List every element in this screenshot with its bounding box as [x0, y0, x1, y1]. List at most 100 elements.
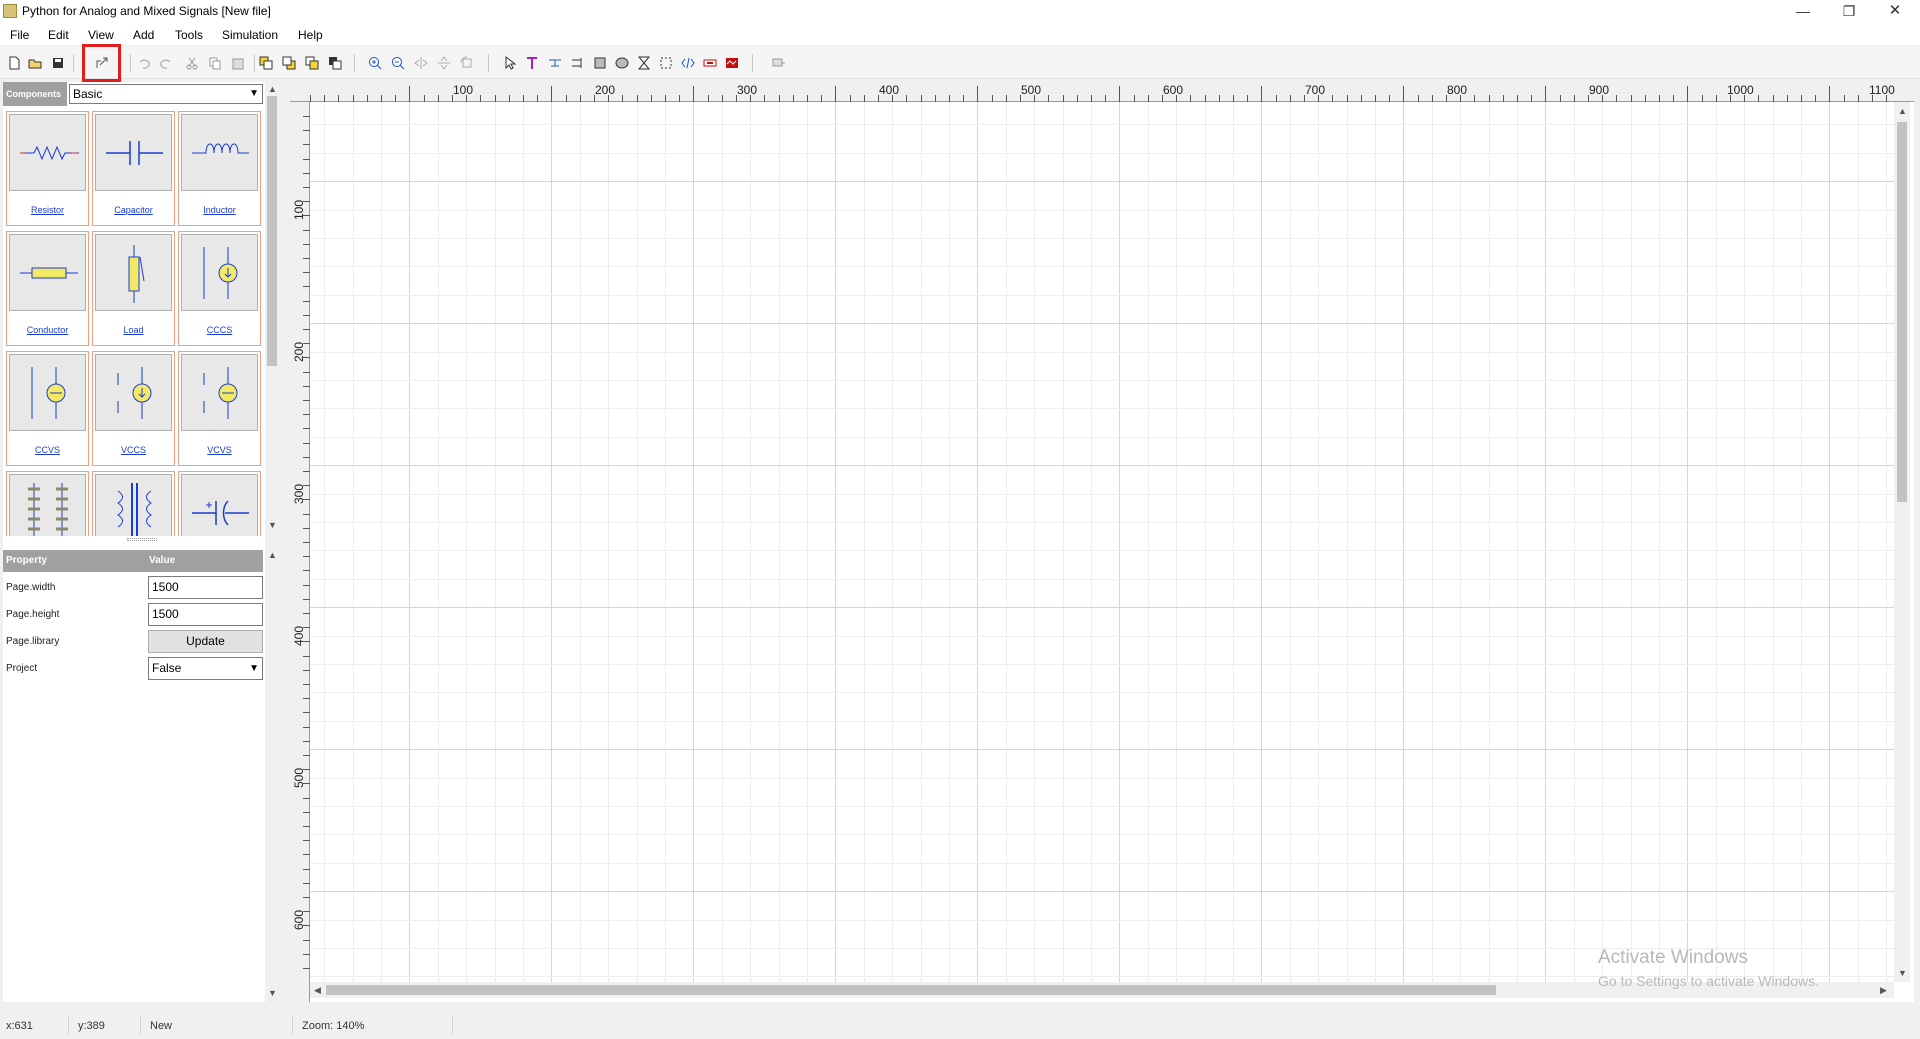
restore-button[interactable]: ❐ [1826, 0, 1872, 24]
ruler-ticks [310, 86, 1887, 102]
probe-icon[interactable] [702, 55, 718, 71]
text-icon[interactable] [524, 55, 540, 71]
component-vcvs[interactable]: VCVS [178, 351, 261, 466]
splitter-handle[interactable] [127, 538, 157, 541]
ruler-label: 300 [737, 83, 758, 97]
app-window: Python for Analog and Mixed Signals [New… [0, 0, 1920, 1039]
update-button[interactable]: Update [148, 630, 263, 653]
component-capacitor[interactable]: Capacitor [92, 111, 175, 226]
component-label: VCCS [120, 445, 146, 455]
component-inductor[interactable]: Inductor [178, 111, 261, 226]
close-button[interactable]: ✕ [1872, 0, 1918, 24]
component-cccs[interactable]: CCCS [178, 231, 261, 346]
scrollbar-thumb[interactable] [1897, 122, 1907, 502]
select-pointer-icon[interactable] [502, 55, 518, 71]
pin-icon[interactable] [770, 55, 786, 71]
canvas-vertical-scrollbar[interactable]: ▲ ▼ [1894, 102, 1910, 982]
vccs-icon [95, 354, 172, 431]
minimize-button[interactable]: — [1780, 0, 1826, 24]
net-label-icon[interactable] [547, 55, 563, 71]
zoom-out-icon[interactable] [390, 55, 406, 71]
property-row: Page.height 1500 [3, 601, 263, 628]
status-file-state: New [150, 1020, 173, 1032]
value-column-header: Value [149, 555, 176, 566]
schematic-canvas[interactable]: 100 200 300 400 500 600 700 800 900 1000… [290, 82, 1914, 1002]
component-ccvs[interactable]: CCVS [6, 351, 89, 466]
send-backward-icon[interactable] [327, 55, 343, 71]
component-label: Load [123, 325, 144, 335]
menu-tools[interactable]: Tools [175, 28, 203, 42]
scrollbar-thumb[interactable] [267, 96, 277, 366]
page-width-input[interactable]: 1500 [148, 576, 263, 599]
components-header: Components [3, 82, 67, 106]
flip-horizontal-icon[interactable] [413, 55, 429, 71]
library-select[interactable]: Basic ▼ [69, 84, 263, 104]
rectangle-icon[interactable] [592, 55, 608, 71]
component-palette: Resistor Capacitor Inductor Conductor Lo… [3, 108, 265, 536]
undo-icon[interactable] [136, 55, 152, 71]
toolbar [0, 46, 1920, 79]
menu-help[interactable]: Help [298, 28, 323, 42]
send-back-icon[interactable] [281, 55, 297, 71]
menu-file[interactable]: File [10, 28, 29, 42]
menu-bar: File Edit View Add Tools Simulation Help [0, 24, 1920, 45]
hourglass-icon[interactable] [636, 55, 652, 71]
wire-icon[interactable] [570, 55, 586, 71]
code-icon[interactable] [680, 55, 696, 71]
rotate-icon[interactable] [459, 55, 475, 71]
component-label: Conductor [26, 325, 69, 335]
scroll-up-icon[interactable]: ▲ [1898, 106, 1907, 116]
scroll-down-icon[interactable]: ▼ [268, 988, 277, 998]
paste-icon[interactable] [230, 55, 246, 71]
menu-simulation[interactable]: Simulation [222, 28, 278, 42]
scroll-down-icon[interactable]: ▼ [268, 520, 277, 530]
component-transformer-core[interactable] [92, 471, 175, 536]
component-label: Inductor [203, 205, 236, 215]
component-transformer[interactable] [6, 471, 89, 536]
scroll-right-icon[interactable]: ▶ [1880, 985, 1887, 996]
zoom-in-icon[interactable] [367, 55, 383, 71]
menu-edit[interactable]: Edit [48, 28, 69, 42]
bring-forward-icon[interactable] [304, 55, 320, 71]
flip-vertical-icon[interactable] [436, 55, 452, 71]
vertical-ruler: 100 200 300 400 500 600 [290, 102, 310, 1002]
scroll-down-icon[interactable]: ▼ [1898, 968, 1907, 978]
copy-icon[interactable] [207, 55, 223, 71]
cccs-icon [181, 234, 258, 311]
bring-front-icon[interactable] [258, 55, 274, 71]
ruler-label: 600 [1163, 83, 1184, 97]
component-conductor[interactable]: Conductor [6, 231, 89, 346]
scroll-up-icon[interactable]: ▲ [268, 84, 277, 94]
page-height-input[interactable]: 1500 [148, 603, 263, 626]
ellipse-icon[interactable] [614, 55, 630, 71]
toolbar-separator [354, 54, 355, 72]
toolbar-separator [254, 54, 255, 72]
ruler-label: 100 [453, 83, 474, 97]
menu-add[interactable]: Add [133, 28, 154, 42]
project-select-value: False [152, 661, 182, 675]
menu-view[interactable]: View [88, 28, 114, 42]
redo-icon[interactable] [158, 55, 174, 71]
project-select[interactable]: False ▼ [148, 657, 263, 680]
component-vccs[interactable]: VCCS [92, 351, 175, 466]
component-polarized-capacitor[interactable] [178, 471, 261, 536]
dashed-box-icon[interactable] [658, 55, 674, 71]
title-bar: Python for Analog and Mixed Signals [New… [0, 0, 1920, 24]
component-load[interactable]: Load [92, 231, 175, 346]
library-select-value: Basic [73, 87, 103, 101]
component-resistor[interactable]: Resistor [6, 111, 89, 226]
cut-icon[interactable] [184, 55, 200, 71]
scrollbar-thumb[interactable] [326, 985, 1496, 995]
oscilloscope-icon[interactable] [724, 55, 740, 71]
palette-scrollbar[interactable]: ▲ ▼ ▲ ▼ [265, 82, 279, 1002]
property-row: Page.width 1500 [3, 574, 263, 601]
save-icon[interactable] [50, 55, 66, 71]
open-file-icon[interactable] [27, 55, 43, 71]
scroll-up-icon[interactable]: ▲ [268, 550, 277, 560]
property-name: Page.width [6, 582, 56, 593]
conductor-icon [9, 234, 86, 311]
toolbar-separator [73, 54, 74, 72]
status-separator [452, 1016, 453, 1034]
scroll-left-icon[interactable]: ◀ [314, 985, 321, 996]
new-file-icon[interactable] [6, 55, 22, 71]
